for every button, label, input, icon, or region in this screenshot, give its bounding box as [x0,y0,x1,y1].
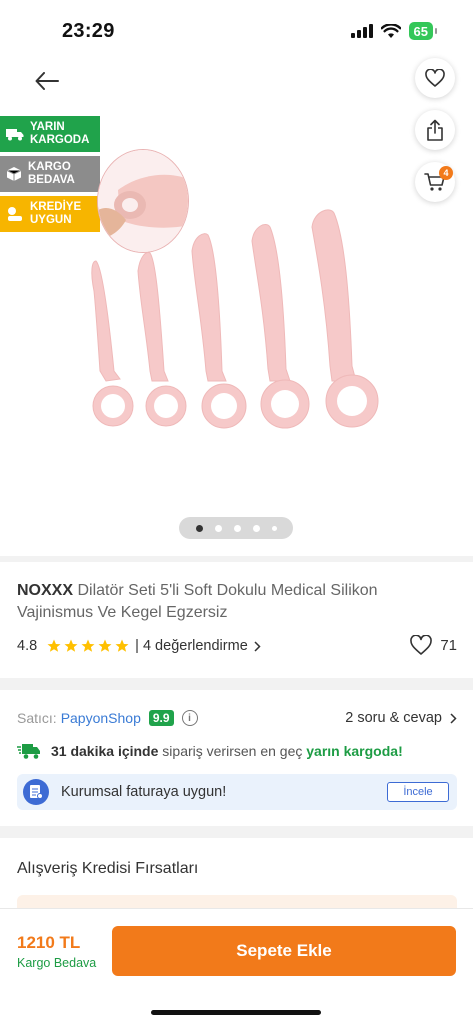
back-button[interactable] [30,64,64,98]
rating-stars [47,639,129,653]
free-shipping-label: Kargo Bedava [17,956,97,970]
product-brand: NOXXX [17,582,74,599]
star-icon [47,639,61,652]
arrow-left-icon [35,72,59,90]
wifi-icon [380,23,401,38]
qa-link[interactable]: 2 soru & cevap [345,710,457,726]
review-count[interactable]: | 4 değerlendirme [135,638,248,654]
status-icons: 65 [350,22,438,40]
heart-icon [410,635,433,655]
corporate-invoice-text: Kurumsal faturaya uygun! [61,784,227,800]
shipping-highlight: yarın kargoda! [306,743,403,759]
favorite-count-value: 71 [440,636,457,654]
product-photo [91,209,379,429]
corporate-invoice-box: Kurumsal faturaya uygun! İncele [17,774,457,810]
inspect-button[interactable]: İncele [387,782,449,802]
fast-truck-icon [17,744,40,759]
shipping-estimate: 31 dakika içinde sipariş verirsen en geç… [17,740,457,762]
cart-count-badge: 4 [439,166,453,180]
section-divider [0,826,473,838]
badge-line: KARGO [28,161,71,173]
shipping-time: 31 dakika içinde [51,743,159,759]
rating-row[interactable]: 4.8 | 4 değerlendirme 71 [17,635,457,657]
signal-icon [350,24,373,38]
qa-label: 2 soru & cevap [345,710,442,726]
coins-icon [8,207,22,221]
product-title: NOXXX Dilatör Seti 5'li Soft Dokulu Medi… [17,580,457,624]
status-time: 23:29 [62,20,115,42]
bottom-action-bar: 1210 TL Kargo Bedava Sepete Ekle [0,908,473,1024]
chevron-right-icon [254,640,261,652]
carousel-dot[interactable] [233,524,241,532]
seller-label: Satıcı: [17,710,57,726]
star-icon [64,639,78,652]
badge-line: KARGODA [30,134,90,146]
battery-indicator: 65 [408,22,438,40]
seller-name-link[interactable]: PapyonShop [61,710,141,726]
favorite-button[interactable] [415,58,455,98]
credit-offers-card[interactable] [17,895,457,909]
product-image-carousel[interactable]: 4 YARIN KARGODA KARGO BEDAVA KREDİYE UYGUN [0,56,473,556]
credit-section-title: Alışveriş Kredisi Fırsatları [17,860,199,877]
box-icon [6,167,22,181]
status-bar: 23:29 65 [0,0,473,56]
star-icon [81,639,95,652]
badge-free-shipping: KARGO BEDAVA [0,156,100,192]
section-divider [0,678,473,690]
shipping-text: sipariş verirsen en geç [158,743,307,759]
price: 1210 TL [17,933,81,952]
share-button[interactable] [415,110,455,150]
home-indicator [151,1010,321,1015]
favorite-count[interactable]: 71 [410,635,457,655]
star-icon [98,639,112,652]
carousel-dot[interactable] [214,524,222,532]
heart-icon [425,69,445,87]
rating-value: 4.8 [17,638,38,654]
share-icon [427,119,443,141]
badge-line: UYGUN [30,214,72,226]
badge-line: BEDAVA [28,174,75,186]
badge-line: YARIN [30,121,65,133]
info-icon[interactable]: i [181,710,198,726]
add-to-cart-button[interactable]: Sepete Ekle [112,926,456,976]
carousel-indicator[interactable] [179,517,293,539]
section-divider [0,556,473,562]
badge-line: KREDİYE [30,201,82,213]
seller-score-badge: 9.9 [148,710,174,726]
carousel-dot[interactable] [252,524,260,532]
carousel-dot[interactable] [195,524,203,532]
truck-icon [6,129,24,141]
invoice-icon [23,779,49,805]
chevron-right-icon [450,712,457,724]
star-icon [115,639,129,652]
cart-button[interactable]: 4 [415,162,455,202]
carousel-dot[interactable] [271,525,277,531]
badge-next-day-shipping: YARIN KARGODA [0,116,100,152]
seller-row: Satıcı: PapyonShop 9.9 i 2 soru & cevap [17,707,457,729]
